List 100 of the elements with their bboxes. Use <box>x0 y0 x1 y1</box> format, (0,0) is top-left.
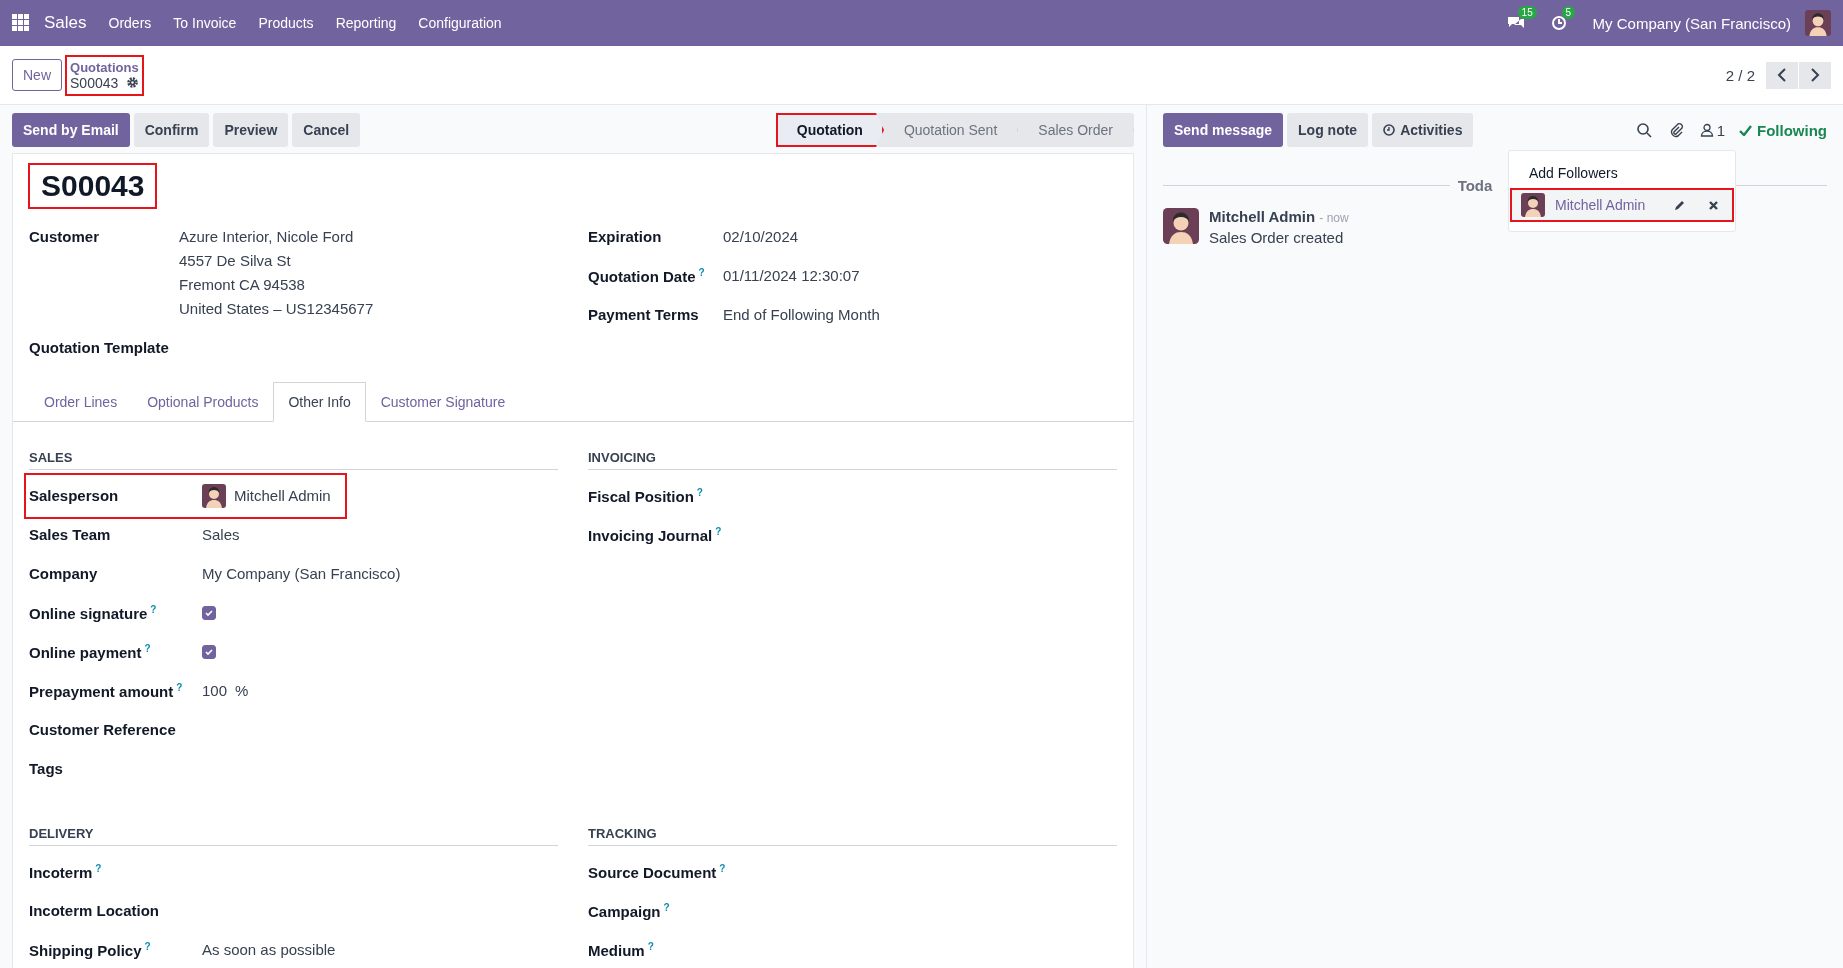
action-button[interactable]: Preview <box>213 113 289 147</box>
checkmark-icon <box>204 646 214 657</box>
notification-badge: 5 <box>1561 6 1576 19</box>
status-stage[interactable]: Quotation <box>775 113 884 147</box>
status-stage[interactable]: Sales Order <box>1018 113 1134 147</box>
pager-count: 2 / 2 <box>1725 66 1755 84</box>
chatter-button[interactable]: Activities <box>1372 113 1474 147</box>
new-button[interactable]: New <box>12 59 62 91</box>
section-heading: TRACKING <box>588 826 1117 846</box>
field-value: Mitchell Admin <box>234 487 331 504</box>
help-tooltip-icon[interactable]: ? <box>150 603 157 615</box>
message-time: - now <box>1319 211 1349 225</box>
tab[interactable]: Customer Signature <box>365 382 521 422</box>
field-label: Salesperson <box>29 487 120 504</box>
field-label: Source Document $^{?}$ <box>588 862 727 881</box>
action-button[interactable]: Confirm <box>133 113 210 147</box>
search-icon[interactable] <box>1635 122 1652 138</box>
message-body: Sales Order created <box>1209 229 1345 246</box>
help-tooltip-icon[interactable]: ? <box>719 862 726 874</box>
help-tooltip-icon[interactable]: ? <box>647 940 654 952</box>
field-value: 100 <box>202 682 228 699</box>
menu-item[interactable]: Orders <box>108 15 152 31</box>
field-label: Payment Terms <box>588 306 700 323</box>
checkbox[interactable] <box>202 644 216 659</box>
breadcrumb-link[interactable]: Quotations <box>70 59 140 75</box>
field-label: Customer Reference <box>29 721 177 738</box>
section-heading: SALES <box>29 450 558 470</box>
field-value: 01/11/2024 12:30:07 <box>723 267 860 284</box>
add-followers-item[interactable]: Add Followers <box>1511 159 1636 187</box>
help-tooltip-icon[interactable]: ? <box>698 267 705 278</box>
app-name[interactable]: Sales <box>44 13 87 33</box>
menu-item[interactable]: To Invoice <box>173 15 237 31</box>
notification-badge: 15 <box>1517 6 1537 19</box>
field-value: 02/10/2024 <box>723 228 799 245</box>
field-value: As soon as possible <box>202 941 336 958</box>
tab[interactable]: Other Info <box>273 382 366 422</box>
status-stage[interactable]: Quotation Sent <box>883 113 1019 147</box>
help-tooltip-icon[interactable]: ? <box>95 862 102 874</box>
section-heading: INVOICING <box>588 450 1117 470</box>
clock-icon <box>1383 124 1396 136</box>
checkmark-icon <box>1739 124 1752 136</box>
field-label: Fiscal Position $^{?}$ <box>588 486 704 505</box>
chatter-button[interactable]: Send message <box>1163 113 1284 147</box>
message-author: Mitchell Admin <box>1209 208 1316 225</box>
chevron-left-icon <box>1777 68 1787 82</box>
company-switcher[interactable]: My Company (San Francisco) <box>1592 14 1791 32</box>
chatter-button[interactable]: Log note <box>1287 113 1369 147</box>
field-label: Shipping Policy $^{?}$ <box>29 940 152 959</box>
field-value: My Company (San Francisco) <box>202 565 401 582</box>
address-line: Azure Interior, Nicole Ford <box>179 228 355 245</box>
field-value: End of Following Month <box>723 306 880 323</box>
checkbox[interactable] <box>202 605 216 620</box>
help-tooltip-icon[interactable]: ? <box>144 940 151 952</box>
field-label: Customer <box>29 228 100 245</box>
edit-icon[interactable] <box>1673 198 1686 212</box>
address-line: 4557 De Silva St <box>179 252 292 269</box>
follower-name[interactable]: Mitchell Admin <box>1555 197 1663 213</box>
unit-label: % <box>235 682 249 699</box>
field-label: Company <box>29 565 99 582</box>
action-button[interactable]: Send by Email <box>12 113 130 147</box>
avatar-icon <box>1805 10 1831 36</box>
field-label: Quotation Template <box>29 339 170 356</box>
followers-button[interactable]: 1 <box>1699 121 1725 139</box>
date-separator: Toda <box>1457 177 1493 194</box>
field-label: Incoterm $^{?}$ <box>29 862 103 881</box>
help-tooltip-icon[interactable]: ? <box>144 642 151 654</box>
field-label: Expiration <box>588 228 663 245</box>
field-label: Online payment $^{?}$ <box>29 642 152 661</box>
person-icon <box>1699 123 1714 137</box>
help-tooltip-icon[interactable]: ? <box>176 681 183 693</box>
chevron-right-icon <box>1810 68 1820 82</box>
action-button[interactable]: Cancel <box>292 113 361 147</box>
tab[interactable]: Optional Products <box>132 382 274 422</box>
close-icon[interactable] <box>1708 199 1719 211</box>
address-line: United States – US12345677 <box>179 300 374 317</box>
record-name: S00043 <box>70 74 119 91</box>
avatar-icon <box>1163 208 1199 244</box>
settings-icon[interactable] <box>126 76 140 89</box>
tab[interactable]: Order Lines <box>29 382 133 422</box>
field-value: Sales <box>202 526 240 543</box>
field-label: Medium $^{?}$ <box>588 940 655 959</box>
menu-item[interactable]: Configuration <box>418 15 502 31</box>
menu-item[interactable]: Reporting <box>335 15 397 31</box>
following-button[interactable]: Following <box>1739 121 1827 139</box>
menu-item[interactable]: Products <box>258 15 314 31</box>
checkmark-icon <box>204 607 214 618</box>
clock-icon[interactable] <box>1550 15 1567 31</box>
record-title: S00043 <box>31 166 155 206</box>
apps-menu-icon[interactable] <box>12 14 30 32</box>
help-tooltip-icon[interactable]: ? <box>663 901 670 913</box>
address-line: Fremont CA 94538 <box>179 276 306 293</box>
help-tooltip-icon[interactable]: ? <box>696 486 703 498</box>
field-label: Campaign $^{?}$ <box>588 901 671 920</box>
field-label: Quotation Date $^{?}$ <box>588 267 706 285</box>
avatar-icon <box>1521 193 1545 217</box>
field-label: Prepayment amount $^{?}$ <box>29 681 184 700</box>
field-label: Sales Team <box>29 526 112 543</box>
help-tooltip-icon[interactable]: ? <box>715 525 722 537</box>
next-button[interactable] <box>1799 61 1831 89</box>
previous-button[interactable] <box>1766 61 1798 89</box>
